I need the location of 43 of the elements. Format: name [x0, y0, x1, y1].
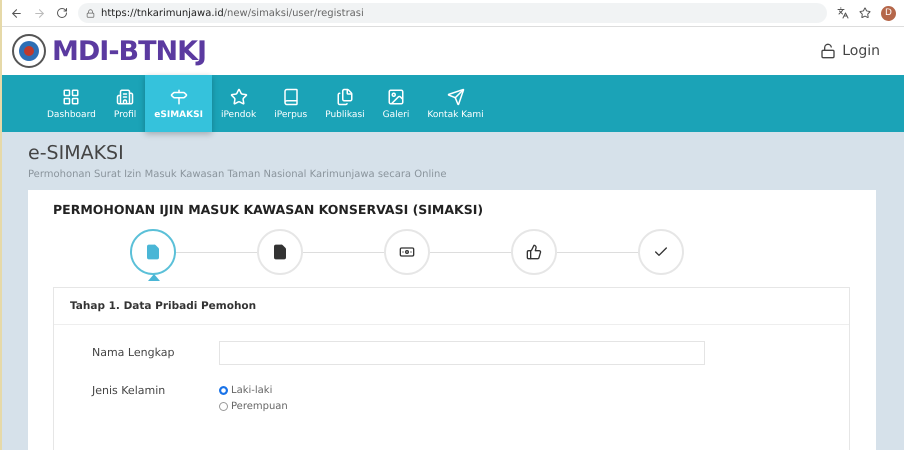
- url-text: https://tnkarimunjawa.id/new/simaksi/user/registrasi: [101, 8, 364, 18]
- lock-icon: [86, 8, 95, 18]
- nav-tab[interactable]: iPendok: [212, 75, 266, 132]
- nav-icon: [387, 88, 405, 106]
- thumbs-up-icon: [526, 244, 542, 260]
- nav-icon: [282, 88, 300, 106]
- unlock-icon: [820, 43, 836, 59]
- site-logo[interactable]: MDI-BTNKJ: [52, 36, 206, 66]
- field-label: Jenis Kelamin: [92, 383, 166, 397]
- back-icon[interactable]: [10, 6, 23, 20]
- translate-icon[interactable]: [837, 7, 849, 19]
- reload-icon[interactable]: [56, 7, 68, 19]
- nav-icon: [170, 88, 188, 106]
- nav-tab[interactable]: Galeri: [374, 75, 418, 132]
- radio-option[interactable]: Perempuan: [219, 401, 705, 412]
- page-subtitle: Permohonan Surat Izin Masuk Kawasan Taman Nasional Karimunjawa secara Online: [28, 169, 448, 180]
- page-title: e-SIMAKSI: [28, 142, 125, 164]
- document-icon: [272, 244, 288, 260]
- emblem-icon: [12, 34, 46, 68]
- nav-icon: [116, 88, 134, 106]
- document-icon: [145, 244, 161, 260]
- nav-icon: [336, 88, 354, 106]
- nav-tab[interactable]: iPerpus: [265, 75, 316, 132]
- nav-tab[interactable]: Profil: [104, 75, 146, 132]
- field-label: Nama Lengkap: [92, 345, 176, 359]
- nav-icon: [446, 88, 465, 106]
- radio-icon[interactable]: [219, 386, 228, 395]
- star-icon[interactable]: [859, 7, 871, 19]
- radio-icon[interactable]: [219, 402, 228, 411]
- card-title: PERMOHONAN IJIN MASUK KAWASAN KONSERVASI (SIMAKSI): [53, 202, 484, 217]
- section-title: Tahap 1. Data Pribadi Pemohon: [54, 288, 849, 325]
- address-bar[interactable]: https://tnkarimunjawa.id/new/simaksi/user/registrasi: [78, 3, 827, 23]
- nav-icon: [62, 88, 80, 106]
- nav-tab[interactable]: eSIMAKSI: [145, 75, 212, 132]
- nav-icon: [230, 88, 248, 106]
- input-field[interactable]: [219, 341, 705, 365]
- profile-avatar[interactable]: D: [881, 6, 896, 20]
- nav-tab[interactable]: Kontak Kami: [418, 75, 493, 132]
- radio-option[interactable]: Laki-laki: [219, 385, 705, 396]
- nav-tab[interactable]: Dashboard: [38, 75, 105, 132]
- login-link[interactable]: Login: [820, 43, 880, 59]
- nav-tab[interactable]: Publikasi: [316, 75, 374, 132]
- active-step-pointer: [148, 274, 160, 281]
